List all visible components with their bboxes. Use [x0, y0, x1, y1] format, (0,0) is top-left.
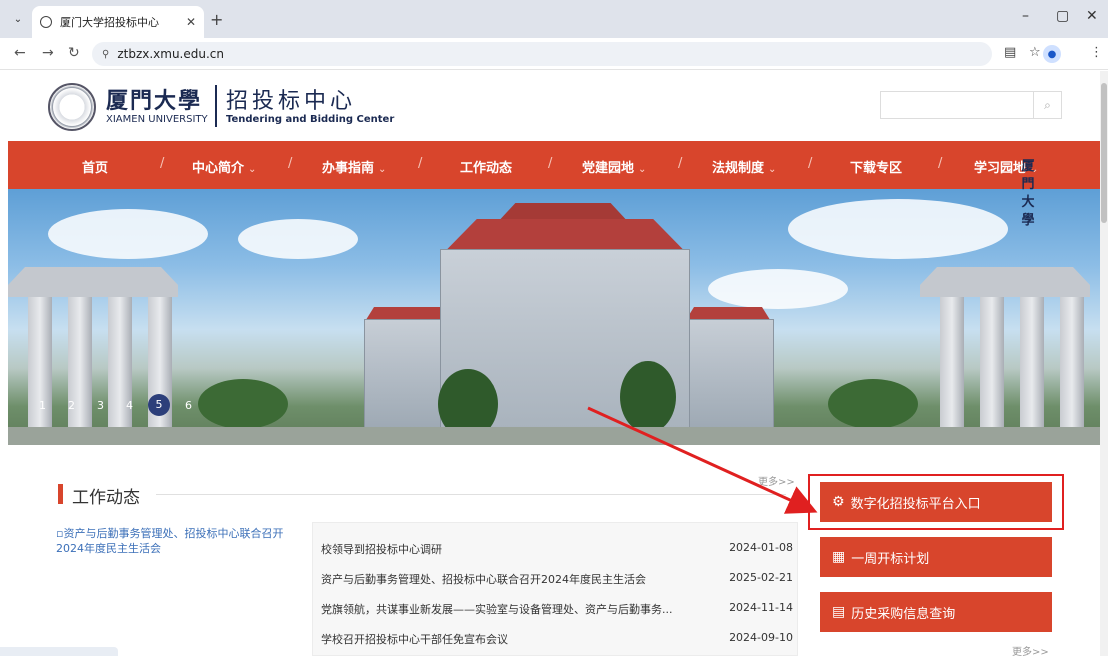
annotation-arrow	[587, 406, 818, 514]
page-scrollbar[interactable]	[1100, 71, 1108, 656]
scrollbar-thumb[interactable]	[1101, 83, 1107, 223]
status-bar	[0, 647, 118, 656]
